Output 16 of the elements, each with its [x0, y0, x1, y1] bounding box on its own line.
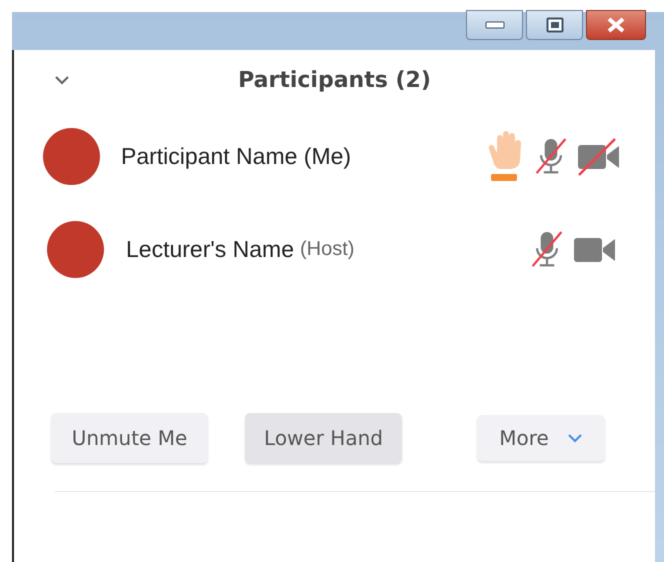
- restore-icon: [546, 17, 564, 33]
- participant-name: Lecturer's Name: [126, 236, 294, 263]
- participant-role: (Host): [300, 238, 354, 261]
- caret-down-icon: [566, 433, 583, 443]
- restore-button[interactable]: [526, 10, 583, 40]
- action-button[interactable]: Unmute Me: [51, 413, 208, 463]
- chevron-down-icon[interactable]: [54, 75, 70, 85]
- video-off-icon[interactable]: [577, 136, 621, 176]
- minimize-button[interactable]: [466, 10, 523, 40]
- minimize-icon: [484, 21, 504, 29]
- action-button[interactable]: More: [477, 415, 605, 461]
- close-button[interactable]: [586, 10, 646, 40]
- action-button[interactable]: Lower Hand: [245, 413, 402, 463]
- close-icon: [607, 17, 625, 33]
- panel-title: Participants (2): [238, 68, 431, 92]
- participant-name: Participant Name (Me): [121, 143, 352, 170]
